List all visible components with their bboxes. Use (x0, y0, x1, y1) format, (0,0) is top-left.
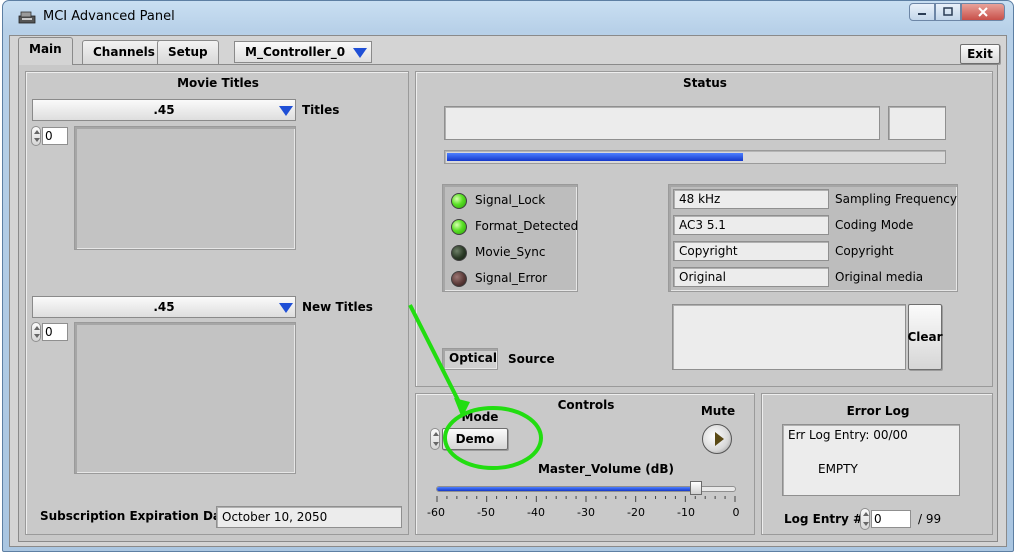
subscription-date-field: October 10, 2050 (216, 506, 402, 528)
status-message-field (444, 106, 880, 140)
controls-group: Controls Mode Demo Mute Master_Volume (d… (415, 393, 755, 535)
controller-select-value: M_Controller_0 (245, 45, 346, 59)
status-log-field (672, 304, 906, 370)
titles-label: Titles (302, 103, 340, 117)
original-media-field: Original (673, 267, 829, 287)
movie-titles-group: Movie Titles .45 Titles 0 .45 New Titles… (25, 71, 409, 535)
volume-tick-label: -40 (527, 506, 545, 519)
exit-button[interactable]: Exit (960, 44, 1000, 64)
titles-ring[interactable]: .45 (32, 99, 296, 121)
coding-mode-field: AC3 5.1 (673, 215, 829, 235)
subscription-label: Subscription Expiration Date (40, 509, 235, 523)
controller-select[interactable]: M_Controller_0 (234, 41, 372, 63)
status-group: Status Signal_Lock Format_Detected Movie… (415, 71, 993, 387)
new-titles-ring[interactable]: .45 (32, 296, 296, 318)
volume-tick-label: -60 (427, 506, 445, 519)
status-aux-field (888, 106, 946, 140)
log-total-label: / 99 (918, 512, 942, 526)
format-info-panel: 48 kHz Sampling Frequency AC3 5.1 Coding… (668, 184, 958, 292)
titles-index-spinner[interactable] (31, 126, 41, 146)
status-heading: Status (683, 76, 727, 90)
client-area: Main Channels Setup M_Controller_0 Exit … (9, 35, 1007, 547)
tab-channels[interactable]: Channels (82, 40, 166, 64)
chevron-down-icon (279, 106, 293, 116)
title-bar: MCI Advanced Panel (3, 1, 1013, 33)
coding-mode-label: Coding Mode (835, 218, 914, 232)
indicator-panel: Signal_Lock Format_Detected Movie_Sync S… (442, 184, 578, 292)
sampling-frequency-label: Sampling Frequency (835, 192, 957, 206)
chevron-down-icon (279, 303, 293, 313)
mute-label: Mute (700, 404, 736, 418)
source-indicator: Optical (442, 348, 498, 370)
maximize-icon (943, 7, 953, 16)
format-detected-led-icon (451, 219, 467, 235)
copyright-label: Copyright (835, 244, 894, 258)
new-titles-label: New Titles (302, 300, 373, 314)
movie-sync-led-icon (451, 245, 467, 261)
maximize-button[interactable] (935, 3, 961, 21)
app-icon (18, 11, 36, 24)
volume-tick-marks (436, 496, 736, 502)
signal-error-led-icon (451, 271, 467, 287)
mode-label: Mode (461, 410, 499, 424)
movie-titles-heading: Movie Titles (177, 76, 259, 90)
window-controls (909, 3, 1005, 21)
new-titles-list[interactable] (74, 322, 296, 474)
volume-tick-label: -30 (577, 506, 595, 519)
error-log-group: Error Log Err Log Entry: 00/00 EMPTY Log… (761, 393, 993, 535)
titles-ring-value: .45 (153, 103, 175, 117)
main-tab-panel: Movie Titles .45 Titles 0 .45 New Titles… (18, 64, 998, 542)
log-entry-label: Log Entry # (784, 512, 864, 526)
mute-button[interactable] (702, 424, 732, 454)
close-icon (978, 7, 988, 17)
chevron-down-icon (353, 48, 367, 58)
window-title: MCI Advanced Panel (43, 9, 175, 24)
status-progress-fill (447, 153, 743, 161)
volume-tick-label: -10 (677, 506, 695, 519)
source-value: Optical (449, 351, 497, 365)
status-progress-bar (444, 150, 946, 164)
master-volume-fill (437, 487, 697, 491)
controls-heading: Controls (557, 398, 615, 412)
copyright-field: Copyright (673, 241, 829, 261)
titles-index-field[interactable]: 0 (42, 127, 68, 145)
source-label: Source (508, 352, 555, 366)
error-log-message: EMPTY (818, 462, 858, 476)
volume-tick-label: -50 (477, 506, 495, 519)
close-button[interactable] (961, 3, 1005, 21)
original-media-label: Original media (835, 270, 924, 284)
tab-main[interactable]: Main (18, 37, 73, 65)
clear-button[interactable]: Clear (907, 304, 943, 370)
mode-value[interactable]: Demo (442, 428, 508, 450)
minimize-icon (918, 13, 926, 15)
mode-spinner[interactable] (430, 428, 440, 450)
sampling-frequency-field: 48 kHz (673, 189, 829, 209)
volume-tick-label: 0 (732, 506, 740, 519)
error-log-heading: Error Log (846, 404, 910, 418)
master-volume-label: Master_Volume (dB) (537, 462, 675, 476)
log-entry-spinner[interactable] (860, 508, 870, 530)
error-log-entry-text: Err Log Entry: 00/00 (788, 428, 908, 442)
log-entry-field[interactable]: 0 (871, 510, 911, 528)
format-detected-label: Format_Detected (475, 219, 579, 233)
minimize-button[interactable] (909, 3, 935, 21)
movie-sync-label: Movie_Sync (475, 245, 546, 259)
new-titles-index-spinner[interactable] (31, 322, 41, 342)
master-volume-thumb[interactable] (690, 481, 702, 495)
signal-lock-label: Signal_Lock (475, 193, 546, 207)
error-log-display: Err Log Entry: 00/00 EMPTY (782, 424, 960, 496)
new-titles-index-field[interactable]: 0 (42, 323, 68, 341)
app-window: MCI Advanced Panel Main Channels Setup M… (2, 0, 1014, 552)
signal-error-label: Signal_Error (475, 271, 548, 285)
volume-tick-label: -20 (627, 506, 645, 519)
signal-lock-led-icon (451, 193, 467, 209)
tab-setup[interactable]: Setup (157, 40, 219, 64)
new-titles-ring-value: .45 (153, 300, 175, 314)
titles-list[interactable] (74, 126, 296, 250)
